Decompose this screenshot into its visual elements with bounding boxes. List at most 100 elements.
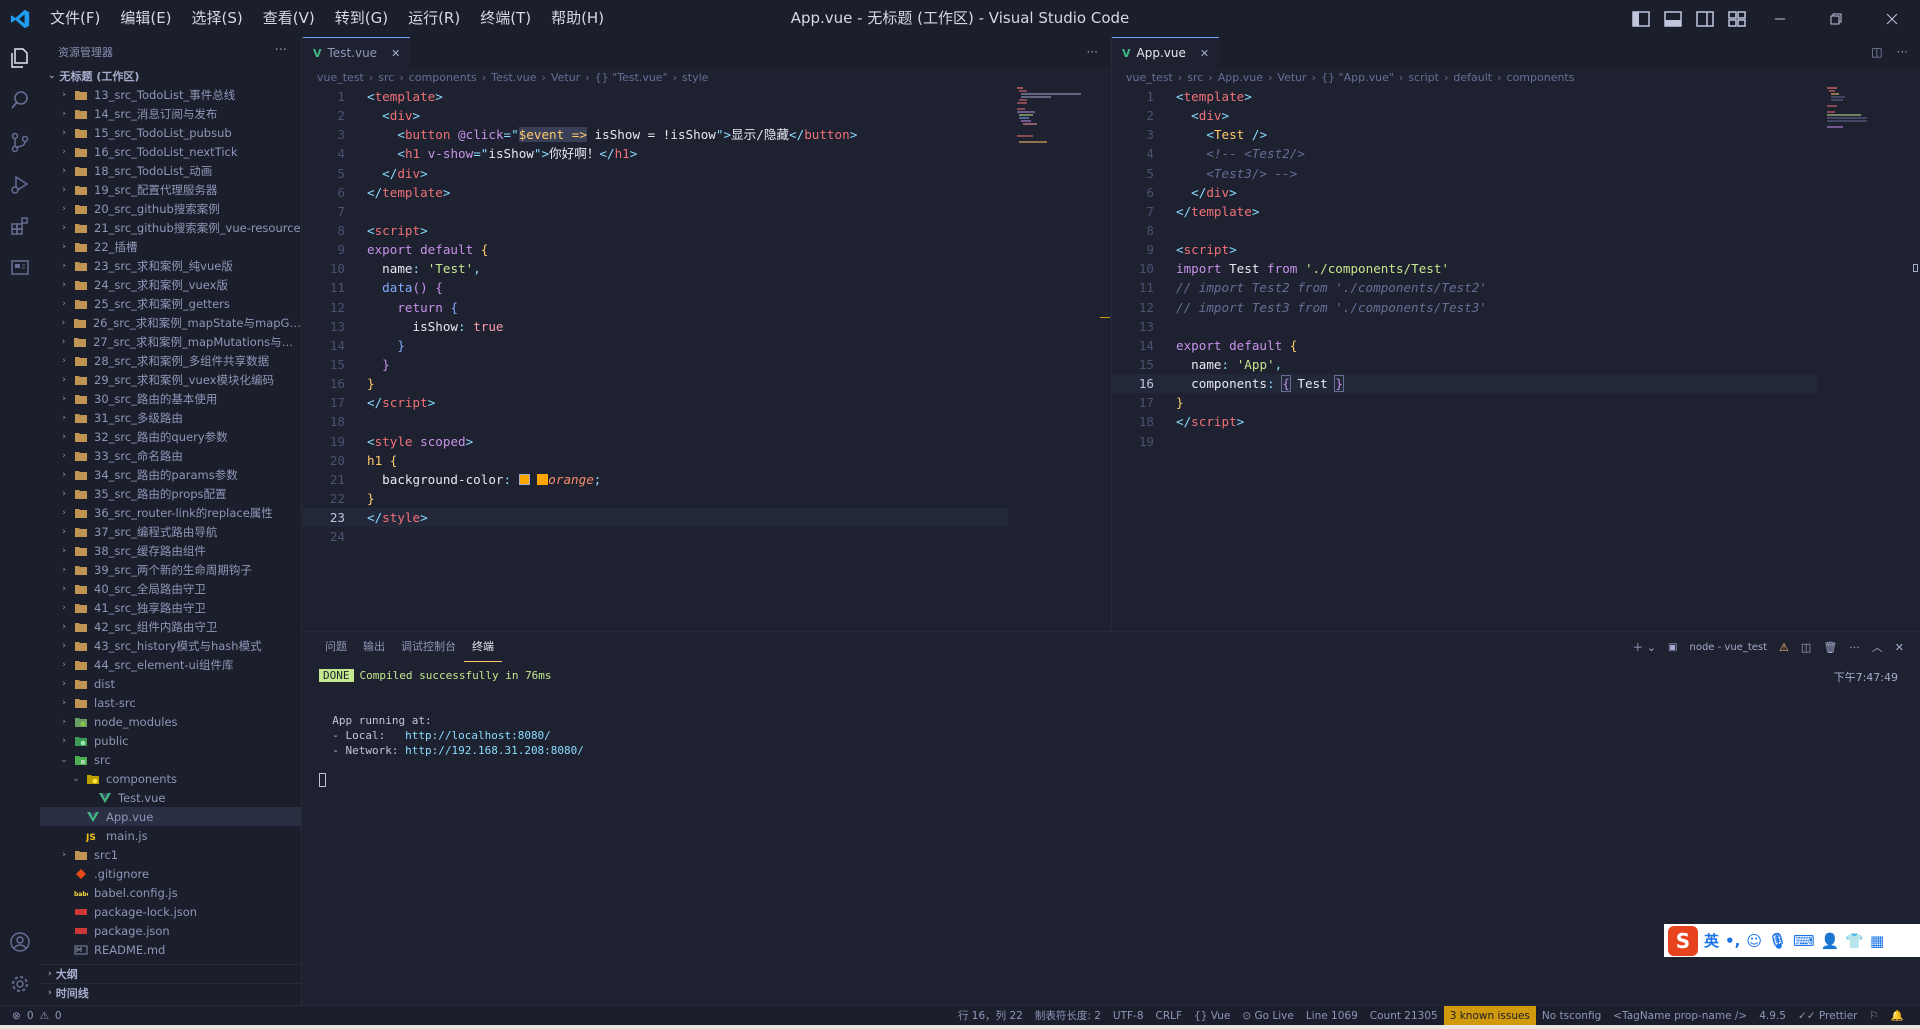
breadcrumb-item[interactable]: Test.vue bbox=[491, 71, 536, 84]
more-actions-icon[interactable]: ··· bbox=[1897, 45, 1908, 59]
encoding[interactable]: UTF-8 bbox=[1107, 1006, 1150, 1026]
local-url[interactable]: http://localhost:8080/ bbox=[405, 729, 551, 742]
minimap[interactable] bbox=[1015, 87, 1085, 147]
tree-folder[interactable]: › 19_src_配置代理服务器 bbox=[40, 180, 301, 199]
panel-tab[interactable]: 调试控制台 bbox=[393, 632, 464, 662]
tree-file[interactable]: JS main.js bbox=[40, 826, 301, 845]
breadcrumb-item[interactable]: components bbox=[1507, 71, 1575, 84]
tree-folder[interactable]: › 24_src_求和案例_vuex版 bbox=[40, 275, 301, 294]
skin-icon[interactable]: 👕 bbox=[1845, 932, 1864, 950]
sogou-logo-icon[interactable]: S bbox=[1668, 925, 1698, 956]
tree-folder[interactable]: › 22_插槽 bbox=[40, 237, 301, 256]
minimap[interactable] bbox=[1825, 87, 1895, 147]
timeline-section[interactable]: › 时间线 bbox=[40, 983, 301, 1002]
tree-folder[interactable]: › 37_src_编程式路由导航 bbox=[40, 522, 301, 541]
tab-app-vue[interactable]: V App.vue ✕ bbox=[1112, 37, 1220, 68]
scrollbar-slider[interactable] bbox=[1913, 264, 1918, 272]
go-live-button[interactable]: ⊙ Go Live bbox=[1236, 1006, 1299, 1026]
breadcrumb-item[interactable]: vue_test bbox=[1126, 71, 1173, 84]
tree-folder[interactable]: › 20_src_github搜索案例 bbox=[40, 199, 301, 218]
tree-folder[interactable]: › 16_src_TodoList_nextTick bbox=[40, 142, 301, 161]
tree-folder[interactable]: › 25_src_求和案例_getters bbox=[40, 294, 301, 313]
breadcrumb-item[interactable]: vue_test bbox=[317, 71, 364, 84]
breadcrumb-item[interactable]: style bbox=[682, 71, 708, 84]
cursor-position[interactable]: 行 16，列 22 bbox=[952, 1006, 1029, 1026]
more-actions-icon[interactable]: ··· bbox=[1849, 641, 1860, 654]
menu-item[interactable]: 终端(T) bbox=[470, 0, 541, 37]
tree-folder[interactable]: › 27_src_求和案例_mapMutations与map... bbox=[40, 332, 301, 351]
tree-folder[interactable]: › last-src bbox=[40, 693, 301, 712]
tree-folder[interactable]: › node_modules bbox=[40, 712, 301, 731]
extensions-icon[interactable] bbox=[0, 205, 40, 247]
prettier-status[interactable]: ✓✓ Prettier bbox=[1792, 1006, 1864, 1026]
tagname-status[interactable]: <TagName prop-name /> bbox=[1607, 1006, 1753, 1026]
tree-folder[interactable]: › 28_src_求和案例_多组件共享数据 bbox=[40, 351, 301, 370]
tree-folder[interactable]: › 31_src_多级路由 bbox=[40, 408, 301, 427]
tree-file[interactable]: .gitignore bbox=[40, 864, 301, 883]
feedback-icon[interactable]: ⚐ bbox=[1864, 1006, 1885, 1026]
known-issues-badge[interactable]: 3 known issues bbox=[1443, 1006, 1536, 1026]
tree-folder[interactable]: ⌄ components bbox=[40, 769, 301, 788]
customize-layout-icon[interactable] bbox=[1726, 8, 1748, 30]
end-of-line[interactable]: CRLF bbox=[1150, 1006, 1189, 1026]
color-swatch[interactable] bbox=[518, 473, 530, 485]
breadcrumb-item[interactable]: default bbox=[1453, 71, 1492, 84]
tree-folder[interactable]: › 32_src_路由的query参数 bbox=[40, 427, 301, 446]
keyboard-icon[interactable]: ⌨ bbox=[1793, 932, 1815, 950]
line-count[interactable]: Line 1069 bbox=[1300, 1006, 1364, 1026]
menu-item[interactable]: 选择(S) bbox=[182, 0, 253, 37]
emoji-icon[interactable]: ☺ bbox=[1746, 932, 1762, 950]
tree-file[interactable]: README.md bbox=[40, 940, 301, 959]
breadcrumb-item[interactable]: script bbox=[1408, 71, 1439, 84]
manage-gear-icon[interactable] bbox=[0, 963, 40, 1005]
ime-language[interactable]: 英 bbox=[1704, 930, 1719, 951]
code-editor[interactable]: 1 <template> 2 <div> 3 <button @click="$e… bbox=[303, 87, 1110, 546]
language-mode[interactable]: {} Vue bbox=[1188, 1006, 1236, 1026]
microphone-icon[interactable]: 🎙 bbox=[1768, 932, 1787, 950]
panel-tab[interactable]: 问题 bbox=[317, 632, 355, 662]
tree-file[interactable]: App.vue bbox=[40, 807, 301, 826]
panel-tab[interactable]: 终端 bbox=[464, 632, 502, 662]
typescript-version[interactable]: 4.9.5 bbox=[1753, 1006, 1792, 1026]
tree-folder[interactable]: › src1 bbox=[40, 845, 301, 864]
terminal-name[interactable]: node - vue_test bbox=[1689, 642, 1767, 653]
trash-icon[interactable]: 🗑 bbox=[1823, 641, 1837, 654]
run-debug-icon[interactable] bbox=[0, 163, 40, 205]
tree-folder[interactable]: › dist bbox=[40, 674, 301, 693]
close-panel-icon[interactable]: ✕ bbox=[1895, 641, 1904, 654]
tree-folder[interactable]: › 40_src_全局路由守卫 bbox=[40, 579, 301, 598]
workspace-root[interactable]: ⌄ 无标题 (工作区) bbox=[40, 67, 301, 85]
toggle-primary-sidebar-icon[interactable] bbox=[1630, 8, 1652, 30]
menu-item[interactable]: 转到(G) bbox=[325, 0, 398, 37]
breadcrumb-item[interactable]: {} "Test.vue" bbox=[595, 71, 668, 84]
tree-folder[interactable]: › 21_src_github搜索案例_vue-resource bbox=[40, 218, 301, 237]
more-actions-icon[interactable]: ··· bbox=[275, 43, 287, 58]
problems-status[interactable]: ⊗ 0 ⚠ 0 bbox=[0, 1010, 62, 1022]
user-icon[interactable]: 👤 bbox=[1821, 932, 1840, 950]
terminal-output[interactable]: DONE Compiled successfully in 76ms App ru… bbox=[303, 668, 1920, 788]
tree-folder[interactable]: › 23_src_求和案例_纯vue版 bbox=[40, 256, 301, 275]
menu-item[interactable]: 查看(V) bbox=[253, 0, 325, 37]
breadcrumb-item[interactable]: Vetur bbox=[1277, 71, 1306, 84]
breadcrumb-item[interactable]: src bbox=[1187, 71, 1203, 84]
minimize-icon[interactable] bbox=[1752, 0, 1808, 37]
tree-folder[interactable]: › 18_src_TodoList_动画 bbox=[40, 161, 301, 180]
toggle-secondary-sidebar-icon[interactable] bbox=[1694, 8, 1716, 30]
more-actions-icon[interactable]: ··· bbox=[1087, 45, 1098, 59]
notifications-bell-icon[interactable]: 🔔 bbox=[1885, 1006, 1910, 1026]
tree-folder[interactable]: › 26_src_求和案例_mapState与mapGetters bbox=[40, 313, 301, 332]
tree-folder[interactable]: › 13_src_TodoList_事件总线 bbox=[40, 85, 301, 104]
menu-item[interactable]: 编辑(E) bbox=[110, 0, 181, 37]
split-terminal-icon[interactable]: ◫ bbox=[1801, 641, 1811, 654]
tree-folder[interactable]: › 44_src_element-ui组件库 bbox=[40, 655, 301, 674]
breadcrumb-item[interactable]: {} "App.vue" bbox=[1321, 71, 1394, 84]
tree-folder[interactable]: › public bbox=[40, 731, 301, 750]
code-editor[interactable]: 1 <template> 2 <div> 3 <Test /> 4 <!-- <T… bbox=[1112, 87, 1920, 451]
breadcrumb-item[interactable]: src bbox=[378, 71, 394, 84]
word-count[interactable]: Count 21305 bbox=[1364, 1006, 1444, 1026]
network-url[interactable]: http://192.168.31.208:8080/ bbox=[405, 744, 584, 757]
tab-size[interactable]: 制表符长度: 2 bbox=[1029, 1006, 1107, 1026]
tree-file[interactable]: package-lock.json bbox=[40, 902, 301, 921]
tree-folder[interactable]: ⌄ src bbox=[40, 750, 301, 769]
tab-test-vue[interactable]: V Test.vue ✕ bbox=[303, 37, 411, 68]
